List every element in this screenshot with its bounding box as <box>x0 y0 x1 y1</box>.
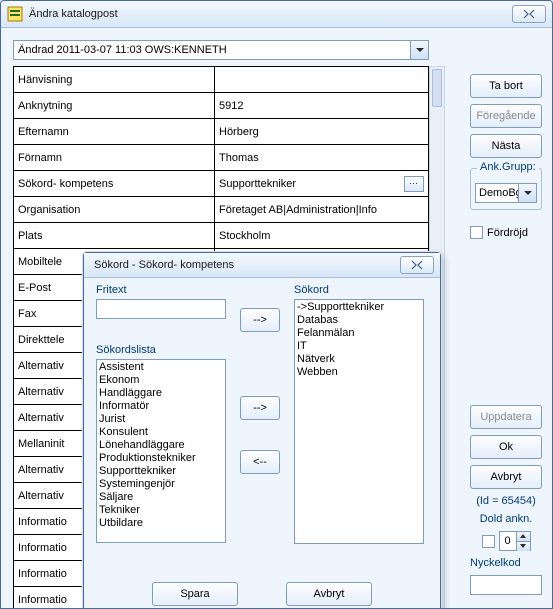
dold-label: Dold ankn. <box>470 513 542 525</box>
next-button[interactable]: Nästa <box>470 134 542 158</box>
row-value-cell[interactable]: Stockholm <box>215 223 429 249</box>
row-label: Anknytning <box>14 93 215 119</box>
chevron-up-icon[interactable] <box>517 532 530 542</box>
row-label: Sökord- kompetens <box>14 171 215 197</box>
list-item[interactable]: Supporttekniker <box>99 465 223 478</box>
list-item[interactable]: Nätverk <box>297 353 421 366</box>
wordlist-listbox[interactable]: AssistentEkonomHandläggareInformatörJuri… <box>96 359 226 543</box>
table-row: Anknytning5912 <box>14 93 429 119</box>
ank-group-label: Ank.Grupp: <box>477 161 539 173</box>
dialog-cancel-button[interactable]: Avbryt <box>286 582 372 606</box>
history-dropdown[interactable]: Ändrad 2011-03-07 11:03 OWS:KENNETH <box>13 40 429 60</box>
cancel-button[interactable]: Avbryt <box>470 465 542 489</box>
add-button[interactable]: --> <box>240 308 280 332</box>
dialog-body: Fritext Sökordslista AssistentEkonomHand… <box>84 278 440 609</box>
row-label: Organisation <box>14 197 215 223</box>
row-label: Hänvisning <box>14 67 215 93</box>
ok-button[interactable]: Ok <box>470 435 542 459</box>
update-button[interactable]: Uppdatera <box>470 405 542 429</box>
row-value-cell[interactable]: Hörberg <box>215 119 429 145</box>
list-item[interactable]: Handläggare <box>99 387 223 400</box>
row-value-cell[interactable]: 5912 <box>215 93 429 119</box>
close-icon[interactable] <box>400 256 434 274</box>
main-titlebar: Ändra katalogpost <box>1 1 552 28</box>
fritext-input[interactable] <box>96 299 226 319</box>
table-row: PlatsStockholm <box>14 223 429 249</box>
chevron-down-icon[interactable] <box>410 41 428 59</box>
list-item[interactable]: Assistent <box>99 361 223 374</box>
row-value: Supporttekniker <box>219 178 404 190</box>
fritext-label: Fritext <box>96 284 226 296</box>
list-item[interactable]: Informatör <box>99 400 223 413</box>
delete-button[interactable]: Ta bort <box>470 74 542 98</box>
list-item[interactable]: Ekonom <box>99 374 223 387</box>
table-row: EfternamnHörberg <box>14 119 429 145</box>
history-dropdown-text: Ändrad 2011-03-07 11:03 OWS:KENNETH <box>14 44 410 56</box>
client-area: Ändrad 2011-03-07 11:03 OWS:KENNETH Hänv… <box>1 28 552 609</box>
delayed-label: Fördröjd <box>487 227 528 239</box>
list-item[interactable]: Produktionstekniker <box>99 452 223 465</box>
row-label: Plats <box>14 223 215 249</box>
keycode-input[interactable] <box>470 575 542 595</box>
dialog-title: Sökord - Sökord- kompetens <box>90 259 396 271</box>
list-item[interactable]: Säljare <box>99 491 223 504</box>
selected-label: Sökord <box>294 284 424 296</box>
list-item[interactable]: IT <box>297 340 421 353</box>
list-item[interactable]: Systemingenjör <box>99 478 223 491</box>
dialog-titlebar: Sökord - Sökord- kompetens <box>84 253 440 278</box>
previous-button[interactable]: Föregående <box>470 104 542 128</box>
delayed-row: Fördröjd <box>470 226 542 239</box>
sidebar: Ta bort Föregående Nästa Ank.Grupp: Demo… <box>470 74 542 239</box>
window-title: Ändra katalogpost <box>29 8 508 20</box>
selected-listbox[interactable]: ->SupportteknikerDatabasFelanmälanITNätv… <box>294 299 424 544</box>
save-button[interactable]: Spara <box>152 582 238 606</box>
list-item[interactable]: Konsulent <box>99 426 223 439</box>
ank-group: Ank.Grupp: DemoBgc <box>470 168 542 210</box>
keycode-label: Nyckelkod <box>470 557 542 569</box>
table-row: Hänvisning <box>14 67 429 93</box>
row-label: Efternamn <box>14 119 215 145</box>
list-item[interactable]: Webben <box>297 366 421 379</box>
keywords-dialog: Sökord - Sökord- kompetens Fritext Sökor… <box>83 252 441 609</box>
list-item[interactable]: Utbildare <box>99 517 223 530</box>
row-value-cell[interactable] <box>215 67 429 93</box>
list-item[interactable]: Databas <box>297 314 421 327</box>
ellipsis-button[interactable]: ⋯ <box>404 176 424 192</box>
chevron-down-icon[interactable] <box>518 184 536 202</box>
delayed-checkbox[interactable] <box>470 226 483 239</box>
table-row: FörnamnThomas <box>14 145 429 171</box>
dold-stepper[interactable]: 0 <box>499 531 531 551</box>
chevron-down-icon[interactable] <box>517 542 530 551</box>
add2-button[interactable]: --> <box>240 396 280 420</box>
main-window: Ändra katalogpost Ändrad 2011-03-07 11:0… <box>0 0 553 609</box>
dold-checkbox[interactable] <box>482 535 495 548</box>
table-row: OrganisationFöretaget AB|Administration|… <box>14 197 429 223</box>
row-value-cell[interactable]: Thomas <box>215 145 429 171</box>
table-row: Sökord- kompetensSupporttekniker⋯ <box>14 171 429 197</box>
list-item[interactable]: Felanmälan <box>297 327 421 340</box>
ank-group-combo[interactable]: DemoBgc <box>475 183 537 203</box>
remove-button[interactable]: <-- <box>240 450 280 474</box>
list-item[interactable]: Tekniker <box>99 504 223 517</box>
record-id: (Id = 65454) <box>470 495 542 507</box>
list-item[interactable]: Lönehandläggare <box>99 439 223 452</box>
row-value-cell[interactable]: Supporttekniker⋯ <box>215 171 429 197</box>
list-item[interactable]: ->Supporttekniker <box>297 301 421 314</box>
dold-value: 0 <box>500 535 516 547</box>
row-value-cell[interactable]: Företaget AB|Administration|Info <box>215 197 429 223</box>
row-label: Förnamn <box>14 145 215 171</box>
ank-group-value: DemoBgc <box>476 187 518 199</box>
sidebar-lower: Uppdatera Ok Avbryt (Id = 65454) Dold an… <box>470 405 542 595</box>
wordlist-label: Sökordslista <box>96 344 226 356</box>
list-item[interactable]: Jurist <box>99 413 223 426</box>
close-icon[interactable] <box>512 5 546 23</box>
app-icon <box>7 6 23 22</box>
